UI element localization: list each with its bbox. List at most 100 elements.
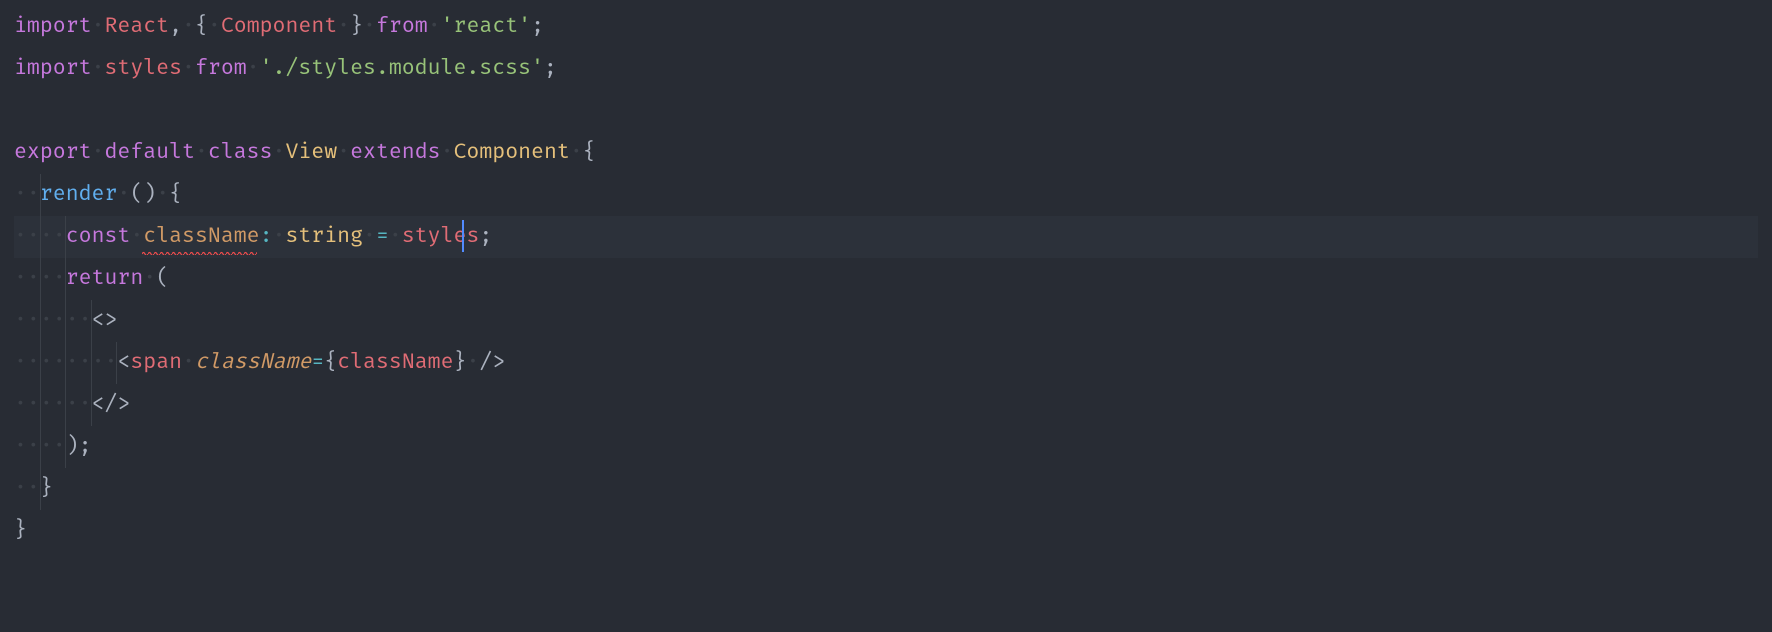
- token-punct: <: [117, 350, 130, 375]
- line-tokens: export·default·class·View·extends·Compon…: [14, 140, 596, 165]
- whitespace-dots: ··: [14, 182, 40, 207]
- token-ws: ·: [466, 350, 479, 375]
- token-cls: styles: [402, 224, 480, 249]
- line-tokens: ····);: [14, 434, 92, 459]
- code-line[interactable]: ····);: [14, 426, 1758, 468]
- token-ws: ·: [92, 140, 105, 165]
- token-ws: ·: [273, 224, 286, 249]
- whitespace-dots: ··: [40, 308, 66, 333]
- token-ws: ·: [182, 14, 195, 39]
- code-editor[interactable]: import·React,·{·Component·}·from·'react'…: [0, 0, 1772, 632]
- whitespace-dots: ··: [40, 224, 66, 249]
- token-kw: import: [14, 56, 92, 81]
- line-tokens: import·styles·from·'./styles.module.scss…: [14, 56, 557, 81]
- token-punct: }: [14, 518, 27, 543]
- token-cls: styles: [104, 56, 182, 81]
- whitespace-dots: ··: [14, 392, 40, 417]
- token-punct: </>: [92, 392, 131, 417]
- whitespace-dots: ··: [14, 308, 40, 333]
- token-kw: extends: [350, 140, 440, 165]
- whitespace-dots: ··: [14, 350, 40, 375]
- code-line[interactable]: ····return·(: [14, 258, 1758, 300]
- token-type: string: [285, 224, 363, 249]
- line-tokens: ········<span·className={className}·/>: [14, 350, 505, 375]
- whitespace-dots: ··: [14, 224, 40, 249]
- whitespace-dots: ··: [66, 392, 92, 417]
- token-ws: ·: [92, 56, 105, 81]
- token-punct: }: [40, 476, 53, 501]
- token-punct: ;: [479, 224, 492, 249]
- token-punct: }: [350, 14, 363, 39]
- line-tokens: ··}: [14, 476, 53, 501]
- whitespace-dots: ··: [40, 392, 66, 417]
- code-line[interactable]: ··}: [14, 468, 1758, 510]
- token-ws: ·: [273, 140, 286, 165]
- token-str: 'react': [441, 14, 531, 39]
- token-ws: ·: [143, 266, 156, 291]
- whitespace-dots: ··: [14, 434, 40, 459]
- token-punct: );: [66, 434, 92, 459]
- token-ws: ·: [208, 14, 221, 39]
- token-kw: const: [66, 224, 131, 249]
- line-tokens: import·React,·{·Component·}·from·'react'…: [14, 14, 544, 39]
- token-punct: />: [479, 350, 505, 375]
- whitespace-dots: ··: [40, 266, 66, 291]
- token-kw: return: [66, 266, 144, 291]
- whitespace-dots: ··: [14, 266, 40, 291]
- whitespace-dots: ··: [40, 350, 66, 375]
- token-ws: ·: [182, 56, 195, 81]
- token-ws: ·: [337, 140, 350, 165]
- line-tokens: ······<>: [14, 308, 117, 333]
- error-squiggle: [142, 251, 257, 255]
- token-type: View: [285, 140, 337, 165]
- token-str: './styles.module.scss': [260, 56, 544, 81]
- whitespace-dots: ··: [40, 434, 66, 459]
- token-num-or-const: className: [143, 224, 259, 249]
- token-punct: ,: [169, 14, 182, 39]
- token-kw: class: [208, 140, 273, 165]
- token-kw: export: [14, 140, 92, 165]
- token-punct: {: [583, 140, 596, 165]
- code-line[interactable]: import·styles·from·'./styles.module.scss…: [14, 48, 1758, 90]
- whitespace-dots: ··: [92, 350, 118, 375]
- code-line[interactable]: [14, 90, 1758, 132]
- code-line[interactable]: }: [14, 510, 1758, 552]
- token-punct: {: [195, 14, 208, 39]
- line-tokens: ····return·(: [14, 266, 169, 291]
- code-line[interactable]: ······</>: [14, 384, 1758, 426]
- token-fn: render: [40, 182, 118, 207]
- token-punct: {: [324, 350, 337, 375]
- code-line[interactable]: ····const·className:·string·=·styles;: [14, 216, 1758, 258]
- token-kw: import: [14, 14, 92, 39]
- token-punct: ;: [531, 14, 544, 39]
- token-op: =: [311, 350, 324, 375]
- token-ws: ·: [363, 224, 376, 249]
- token-kw: from: [195, 56, 247, 81]
- token-ws: ·: [195, 140, 208, 165]
- whitespace-dots: ··: [66, 308, 92, 333]
- token-ws: ·: [389, 224, 402, 249]
- line-tokens: }: [14, 518, 27, 543]
- token-ws: ·: [92, 14, 105, 39]
- code-line[interactable]: ········<span·className={className}·/>: [14, 342, 1758, 384]
- token-tag: span: [130, 350, 182, 375]
- code-line[interactable]: ··render·()·{: [14, 174, 1758, 216]
- token-punct: (): [130, 182, 156, 207]
- whitespace-dots: ··: [66, 350, 92, 375]
- token-ws: ·: [117, 182, 130, 207]
- code-line[interactable]: ······<>: [14, 300, 1758, 342]
- token-ws: ·: [337, 14, 350, 39]
- code-line[interactable]: export·default·class·View·extends·Compon…: [14, 132, 1758, 174]
- token-cls: className: [337, 350, 453, 375]
- token-kw: from: [376, 14, 428, 39]
- token-kw: default: [104, 140, 194, 165]
- token-ws: ·: [247, 56, 260, 81]
- line-tokens: ··render·()·{: [14, 182, 182, 207]
- code-line[interactable]: import·React,·{·Component·}·from·'react'…: [14, 6, 1758, 48]
- token-ws: ·: [363, 14, 376, 39]
- token-ws: ·: [182, 350, 195, 375]
- token-punct: <>: [92, 308, 118, 333]
- token-ws: ·: [130, 224, 143, 249]
- token-cls: React: [104, 14, 169, 39]
- line-tokens: ····const·className:·string·=·styles;: [14, 224, 492, 249]
